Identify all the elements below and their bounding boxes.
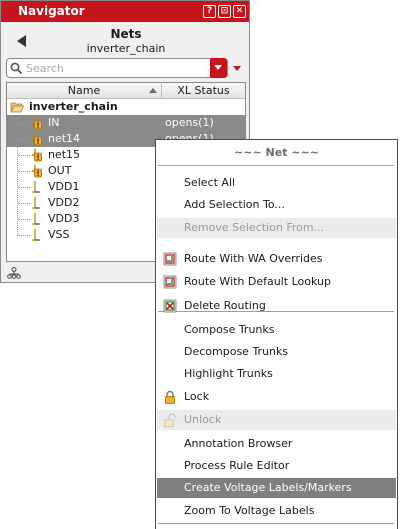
tree-root-row[interactable]: inverter_chain <box>7 99 245 115</box>
menu-item-process-rule-editor[interactable]: Process Rule Editor <box>157 456 396 476</box>
menu-separator <box>158 523 394 524</box>
menu-item-remove-selection-from: Remove Selection From... <box>157 218 396 238</box>
menu-item-zoom-to-voltage-labels[interactable]: Zoom To Voltage Labels <box>157 501 396 521</box>
net-icon <box>32 197 40 209</box>
column-name-header[interactable]: Name <box>7 84 162 98</box>
menu-item-label: Zoom To Voltage Labels <box>184 504 315 517</box>
filter-dropdown-arrow[interactable] <box>233 66 241 71</box>
net-warning-icon <box>32 132 42 146</box>
hierarchy-icon[interactable] <box>7 267 21 279</box>
menu-item-annotation-browser[interactable]: Annotation Browser <box>157 434 396 454</box>
net-name: net15 <box>48 148 81 161</box>
menu-item-label: Route With Default Lookup <box>184 275 331 288</box>
net-warning-icon <box>32 116 42 130</box>
view-title: Nets <box>110 27 142 41</box>
menu-header: ~~~ Net ~~~ <box>234 146 319 159</box>
search-options-dropdown[interactable] <box>210 58 227 78</box>
menu-item-label: Process Rule Editor <box>184 459 290 472</box>
route-icon <box>163 275 177 289</box>
menu-item-label: Route With WA Overrides <box>184 252 323 265</box>
menu-item-label: Create Voltage Labels/Markers <box>184 481 352 494</box>
menu-item-label: Decompose Trunks <box>184 345 289 358</box>
net-name: VDD3 <box>48 212 80 225</box>
search-box[interactable] <box>6 58 228 78</box>
sort-ascending-icon <box>149 88 157 93</box>
menu-item-unlock: Unlock <box>157 410 396 430</box>
navigator-title: Navigator <box>18 4 85 18</box>
net-name: VSS <box>48 228 70 241</box>
search-input[interactable] <box>26 60 210 76</box>
menu-item-compose-trunks[interactable]: Compose Trunks <box>157 320 396 340</box>
float-button[interactable]: ⊡ <box>218 5 231 18</box>
net-warning-icon <box>32 148 42 162</box>
menu-separator <box>158 165 394 166</box>
tree-header: Name XL Status <box>7 83 245 99</box>
view-subtitle: inverter_chain <box>86 42 166 55</box>
menu-item-label: Select All <box>184 176 236 189</box>
menu-item-label: Highlight Trunks <box>184 367 273 380</box>
menu-item-label: Add Selection To... <box>184 198 285 211</box>
folder-open-icon <box>10 102 24 113</box>
menu-item-highlight-trunks[interactable]: Highlight Trunks <box>157 364 396 384</box>
delete-route-icon <box>163 299 177 313</box>
menu-item-label: Remove Selection From... <box>184 221 325 234</box>
net-icon <box>32 229 40 241</box>
net-name: OUT <box>48 164 72 177</box>
menu-item-label: Unlock <box>184 413 222 426</box>
tree-row[interactable]: IN opens(1) <box>7 115 245 131</box>
menu-item-label: Lock <box>184 390 210 403</box>
net-context-menu: ~~~ Net ~~~ Select All Add Selection To..… <box>155 139 398 529</box>
menu-item-select-all[interactable]: Select All <box>157 173 396 193</box>
net-icon <box>32 181 40 193</box>
menu-item-decompose-trunks[interactable]: Decompose Trunks <box>157 342 396 362</box>
net-name: VDD2 <box>48 196 80 209</box>
menu-item-label: Compose Trunks <box>184 323 275 336</box>
net-name: net14 <box>48 132 81 145</box>
column-xl-status-header[interactable]: XL Status <box>162 84 245 98</box>
lock-icon <box>165 390 175 404</box>
net-icon <box>32 213 40 225</box>
net-warning-icon <box>32 164 42 178</box>
menu-item-route-with-default-lookup[interactable]: Route With Default Lookup <box>157 272 396 292</box>
menu-item-label: Annotation Browser <box>184 437 293 450</box>
search-icon <box>10 62 23 75</box>
menu-item-route-with-wa-overrides[interactable]: Route With WA Overrides <box>157 249 396 269</box>
net-xl-status: opens(1) <box>165 116 214 129</box>
menu-item-create-voltage-labels-markers[interactable]: Create Voltage Labels/Markers <box>157 478 396 498</box>
close-button[interactable]: ✕ <box>233 5 246 18</box>
net-name: IN <box>48 116 60 129</box>
tree-root-label: inverter_chain <box>29 100 118 113</box>
net-name: VDD1 <box>48 180 80 193</box>
navigator-titlebar[interactable]: Navigator ? ⊡ ✕ <box>1 1 249 22</box>
help-button[interactable]: ? <box>203 5 216 18</box>
unlock-icon <box>164 413 176 427</box>
menu-item-lock[interactable]: Lock <box>157 387 396 407</box>
route-icon <box>163 252 177 266</box>
menu-item-add-selection-to[interactable]: Add Selection To... <box>157 195 396 215</box>
menu-item-delete-routing[interactable]: Delete Routing <box>157 296 396 316</box>
menu-item-label: Delete Routing <box>184 299 266 312</box>
